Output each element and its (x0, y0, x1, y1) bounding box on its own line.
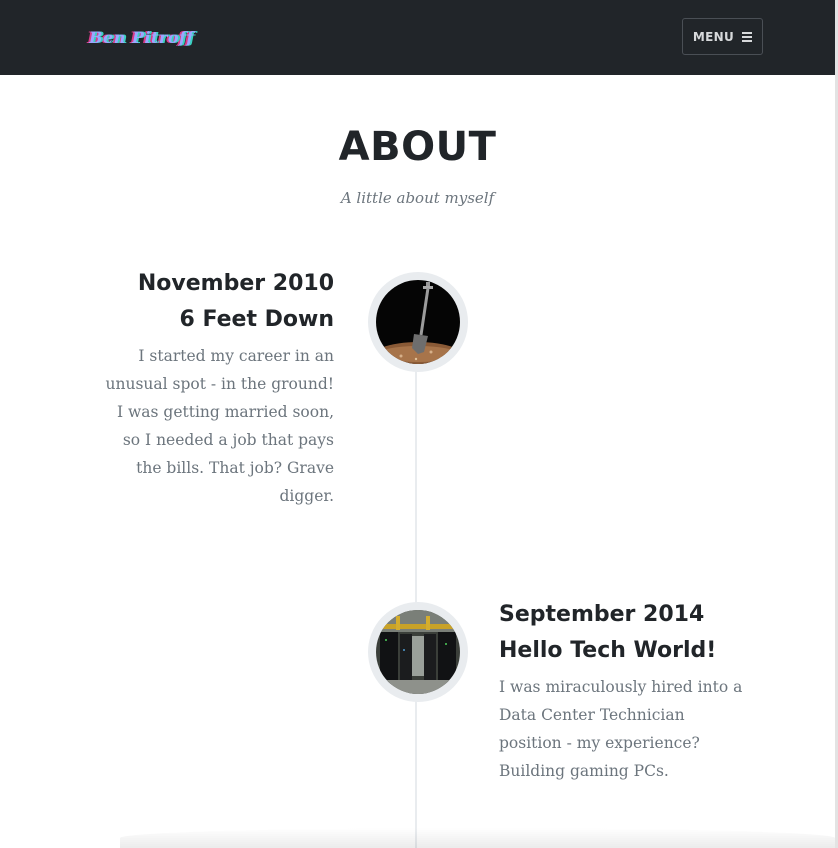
navbar: Ben Pitroff MENU (0, 0, 835, 75)
timeline-item-1: November 2010 6 Feet Down I started my c… (100, 266, 335, 510)
page-subtitle: A little about myself (340, 189, 495, 207)
timeline-item-2: September 2014 Hello Tech World! I was m… (499, 597, 749, 785)
menu-button[interactable]: MENU (682, 18, 763, 55)
menu-label: MENU (692, 29, 735, 44)
timeline-date: November 2010 (137, 271, 334, 296)
shovel-image (368, 272, 468, 372)
hamburger-icon (742, 32, 753, 42)
page-title: ABOUT (338, 124, 497, 170)
data-center-image (368, 602, 468, 702)
brand-logo[interactable]: Ben Pitroff (89, 28, 194, 47)
timeline-date: September 2014 (499, 602, 705, 627)
timeline-title: 6 Feet Down (179, 307, 334, 332)
bottom-shadow (120, 828, 835, 848)
timeline-body: I was miraculously hired into a Data Cen… (499, 678, 743, 780)
timeline-body: I started my career in an unusual spot -… (105, 347, 335, 505)
timeline-title: Hello Tech World! (499, 638, 717, 663)
